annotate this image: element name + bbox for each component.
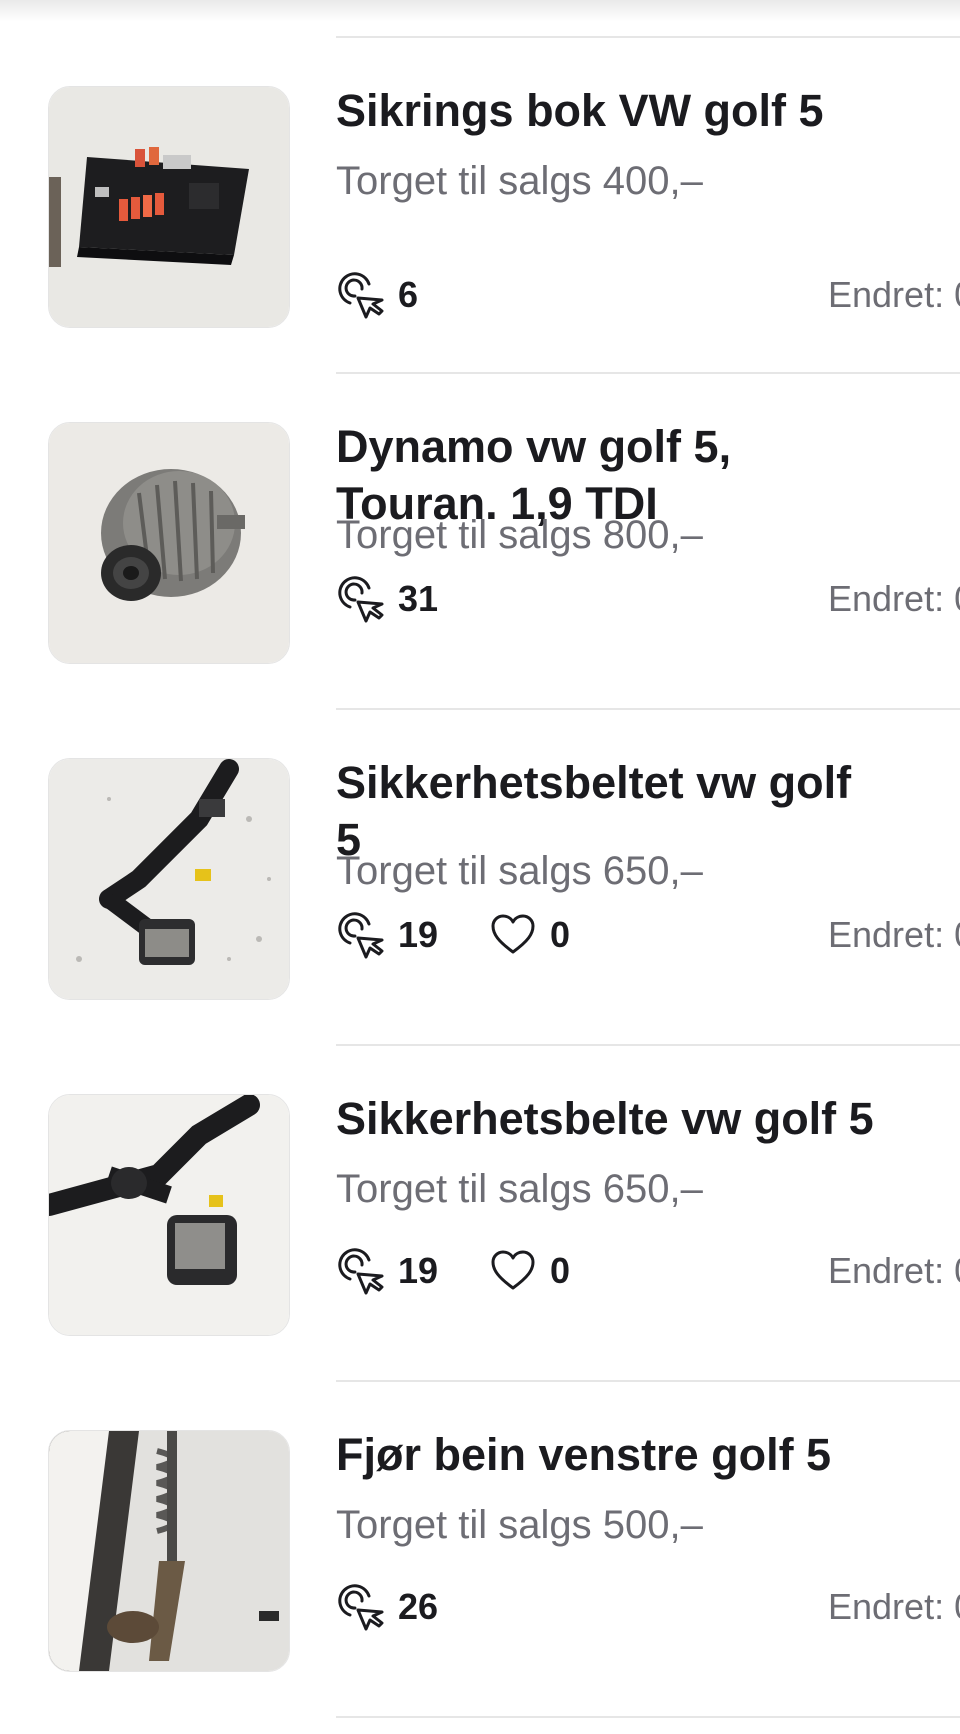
listing-item[interactable]: Dynamo vw golf 5, Touran. 1,9 TDI Torget… <box>0 374 960 710</box>
listing-price: Torget til salgs 400,– <box>336 159 703 203</box>
favorites-count: 0 <box>550 914 571 955</box>
listing-title[interactable]: Fjør bein venstre golf 5 <box>336 1426 876 1483</box>
favorites-stat: 0 <box>488 910 570 960</box>
listing-stats: 19 0 <box>336 1244 620 1298</box>
cursor-click-icon <box>338 576 384 623</box>
clicks-stat: 6 <box>336 270 418 320</box>
clicks-count: 19 <box>398 914 439 955</box>
listing-title[interactable]: Sikrings bok VW golf 5 <box>336 82 876 139</box>
cursor-click-icon <box>338 272 384 319</box>
listing-item[interactable]: Sikkerhetsbelte vw golf 5 Torget til sal… <box>0 1046 960 1382</box>
listing-stats: 6 <box>336 268 468 322</box>
clicks-count: 26 <box>398 1586 439 1627</box>
listing-item[interactable]: Sikrings bok VW golf 5 Torget til salgs … <box>0 38 960 374</box>
clicks-stat: 19 <box>336 1246 438 1296</box>
listing-price: Torget til salgs 800,– <box>336 513 703 557</box>
listing-updated: Endret: 0 <box>828 1250 960 1291</box>
listing-thumbnail-alternator[interactable] <box>48 422 290 664</box>
heart-icon <box>491 1250 535 1290</box>
heart-icon <box>491 914 535 954</box>
listing-item[interactable]: Sikkerhetsbeltet vw golf 5 Torget til sa… <box>0 710 960 1046</box>
clicks-stat: 26 <box>336 1582 438 1632</box>
listing-item[interactable]: Fjør bein venstre golf 5 Torget til salg… <box>0 1382 960 1718</box>
listing-thumbnail-strut-spring[interactable] <box>48 1430 290 1672</box>
cursor-click-icon <box>338 1248 384 1295</box>
listing-stats: 19 0 <box>336 908 620 962</box>
listing-thumbnail-fuse-box[interactable] <box>48 86 290 328</box>
listing-thumbnail-seatbelt[interactable] <box>48 1094 290 1336</box>
listing-thumbnail-seatbelt[interactable] <box>48 758 290 1000</box>
clicks-stat: 31 <box>336 574 438 624</box>
listing-price: Torget til salgs 650,– <box>336 1167 703 1211</box>
favorites-stat: 0 <box>488 1246 570 1296</box>
cursor-click-icon <box>338 1584 384 1631</box>
listing-updated: Endret: 0 <box>828 578 960 619</box>
listing-price: Torget til salgs 500,– <box>336 1503 703 1547</box>
clicks-stat: 19 <box>336 910 438 960</box>
clicks-count: 19 <box>398 1250 439 1291</box>
listing-price: Torget til salgs 650,– <box>336 849 703 893</box>
listing-updated: Endret: 0 <box>828 1586 960 1627</box>
cursor-click-icon <box>338 912 384 959</box>
listing-updated: Endret: 0 <box>828 274 960 315</box>
listing-stats: 31 <box>336 572 488 626</box>
clicks-count: 6 <box>398 274 419 315</box>
favorites-count: 0 <box>550 1250 571 1291</box>
listing-updated: Endret: 0 <box>828 914 960 955</box>
clicks-count: 31 <box>398 578 439 619</box>
divider <box>336 1716 960 1718</box>
listing-title[interactable]: Sikkerhetsbelte vw golf 5 <box>336 1090 876 1147</box>
listing-stats: 26 <box>336 1580 488 1634</box>
top-scroll-shadow <box>0 0 960 22</box>
